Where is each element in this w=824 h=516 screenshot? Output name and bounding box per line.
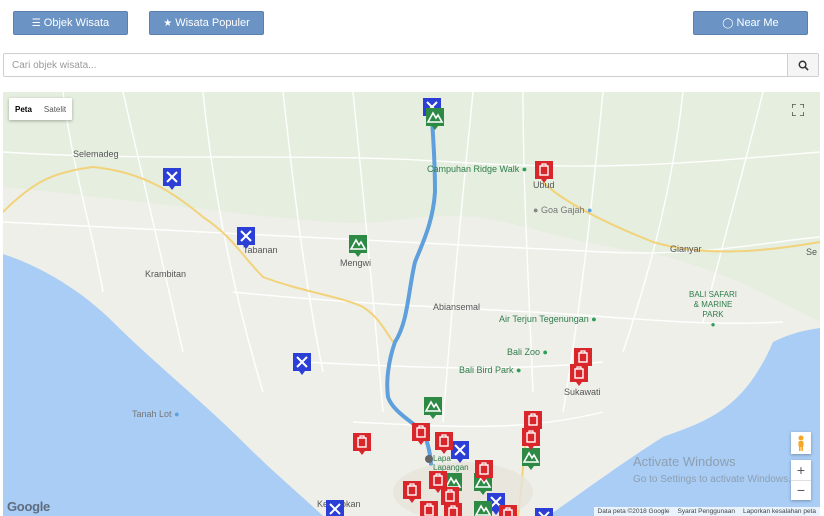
map-type-peta[interactable]: Peta	[9, 98, 38, 120]
food-marker[interactable]	[292, 352, 312, 376]
google-logo-text: Google	[7, 499, 50, 514]
poi-tanah-lot: Tanah Lot ●	[132, 409, 180, 419]
poi-campuhan: Campuhan Ridge Walk ●	[427, 164, 528, 174]
poi-bali-safari-l1: BALI SAFARI	[689, 290, 738, 299]
food-marker[interactable]	[162, 167, 182, 191]
attribution-report[interactable]: Laporkan kesalahan peta	[743, 508, 816, 515]
objek-wisata-button[interactable]: ☰ Objek Wisata	[13, 11, 128, 35]
shop-marker[interactable]	[569, 363, 589, 387]
zoom-out-button[interactable]: −	[791, 481, 811, 501]
shop-marker[interactable]	[498, 504, 518, 516]
poi-bali-safari-l2: & MARINE	[693, 300, 733, 309]
activation-title: Activate Windows	[633, 454, 736, 469]
poi-bali-bird-park-text: Bali Bird Park	[459, 365, 514, 375]
mountain-marker[interactable]	[348, 234, 368, 258]
poi-bali-safari-l3: PARK	[702, 310, 724, 319]
search-input[interactable]	[4, 54, 790, 76]
poi-bali-zoo: Bali Zoo ●	[507, 347, 548, 357]
near-me-label: Near Me	[736, 17, 779, 29]
place-sukawati: Sukawati	[564, 387, 601, 397]
shop-marker[interactable]	[443, 502, 463, 516]
mountain-marker[interactable]	[473, 500, 493, 516]
map-canvas[interactable]: Selemadeg Tabanan Krambitan Mengwi Abian…	[3, 92, 820, 516]
place-se: Se	[806, 247, 818, 257]
star-icon: ★	[163, 17, 173, 29]
near-me-button[interactable]: ◯ Near Me	[693, 11, 808, 35]
attribution-data: Data peta ©2018 Google	[597, 508, 670, 515]
zoom-in-button[interactable]: +	[791, 460, 811, 481]
wisata-populer-label: Wisata Populer	[175, 17, 250, 29]
street-view-button[interactable]	[791, 432, 811, 454]
map-attribution: Data peta ©2018 Google Syarat Penggunaan…	[593, 507, 820, 516]
shop-marker[interactable]	[411, 422, 431, 446]
place-mengwi: Mengwi	[340, 258, 372, 268]
mountain-marker[interactable]	[423, 396, 443, 420]
list-icon: ☰	[31, 17, 41, 29]
shop-marker[interactable]	[534, 160, 554, 184]
objek-wisata-label: Objek Wisata	[43, 17, 110, 29]
activation-subtitle: Go to Settings to activate Windows.	[633, 474, 791, 485]
poi-goa-gajah: ● Goa Gajah ●	[533, 205, 593, 215]
place-gianyar: Gianyar	[670, 244, 702, 254]
google-logo: Google	[7, 499, 50, 514]
search-icon	[798, 60, 809, 71]
zoom-control: + −	[791, 460, 811, 500]
place-selemadeg: Selemadeg	[73, 149, 119, 159]
shop-marker[interactable]	[521, 427, 541, 451]
circle-icon: ◯	[722, 17, 734, 29]
shop-marker[interactable]	[434, 431, 454, 455]
fullscreen-button[interactable]	[786, 98, 810, 122]
food-marker[interactable]	[534, 507, 554, 516]
search-bar	[3, 53, 819, 77]
poi-campuhan-text: Campuhan Ridge Walk	[427, 164, 520, 174]
mountain-marker[interactable]	[425, 107, 445, 131]
shop-marker[interactable]	[474, 459, 494, 483]
search-button[interactable]	[787, 54, 818, 76]
poi-bali-zoo-text: Bali Zoo	[507, 347, 541, 357]
place-krambitan: Krambitan	[145, 269, 187, 279]
shop-marker[interactable]	[419, 500, 439, 516]
poi-air-terjun-text: Air Terjun Tegenungan	[499, 314, 589, 324]
poi-tanah-lot-text: Tanah Lot	[132, 409, 172, 419]
food-marker[interactable]	[325, 499, 345, 516]
place-abiansemal: Abiansemal	[433, 302, 481, 312]
poi-bali-safari: BALI SAFARI & MARINE PARK ●	[689, 290, 738, 329]
poi-goa-gajah-text: Goa Gajah	[540, 205, 585, 215]
fullscreen-icon	[792, 104, 804, 116]
map-type-satelit[interactable]: Satelit	[38, 98, 72, 120]
shop-marker[interactable]	[352, 432, 372, 456]
food-marker[interactable]	[236, 226, 256, 250]
wisata-populer-button[interactable]: ★ Wisata Populer	[149, 11, 264, 35]
map-type-control: Peta Satelit	[9, 98, 73, 120]
pegman-icon	[798, 435, 804, 451]
poi-bali-bird-park: Bali Bird Park ●	[459, 365, 522, 375]
poi-air-terjun: Air Terjun Tegenungan ●	[499, 314, 597, 324]
attribution-terms[interactable]: Syarat Penggunaan	[678, 508, 735, 515]
